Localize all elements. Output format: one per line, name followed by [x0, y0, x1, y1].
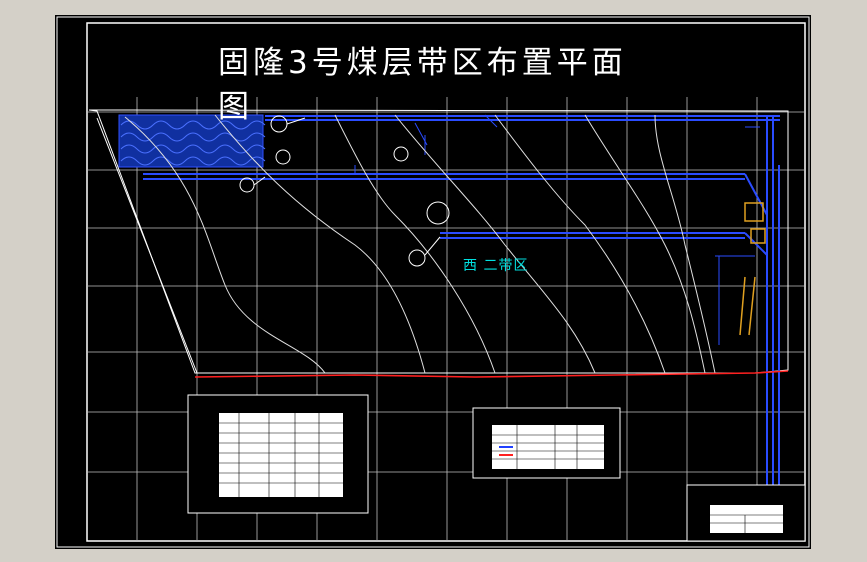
drawing-title: 固隆3号煤层带区布置平面图: [218, 45, 627, 125]
fault-line: [194, 370, 789, 378]
shaft-structure: [739, 202, 766, 336]
title-block: [686, 484, 806, 542]
legend-box: [472, 407, 621, 479]
zone-label: 西 二带区: [463, 258, 529, 274]
cad-viewport[interactable]: 固隆3号煤层带区布置平面图 西 二带区: [55, 15, 811, 549]
equipment-table-box: [187, 394, 369, 514]
callouts: [239, 115, 450, 267]
